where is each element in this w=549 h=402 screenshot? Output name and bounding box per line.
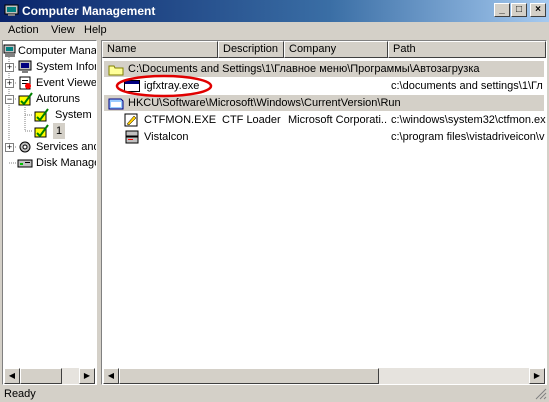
disk-management-icon (17, 159, 33, 168)
cell-description: CTF Loader (222, 114, 281, 126)
menu-bar: Action View Help (0, 22, 549, 40)
scroll-right-button[interactable]: ▶ (79, 368, 95, 384)
computer-management-icon (4, 4, 19, 16)
column-header-description[interactable]: Description (218, 41, 284, 58)
maximize-button[interactable]: □ (511, 3, 527, 17)
autoruns-icon (18, 92, 33, 106)
menu-help[interactable]: Help (84, 24, 107, 36)
cell-path: c:\program files\vistadriveicon\v (391, 131, 545, 143)
cell-name: CTFMON.EXE (144, 114, 217, 126)
tree-item-label: Services and (36, 141, 97, 153)
cell-company: Microsoft Corporati... (288, 114, 388, 126)
tree-pane[interactable]: Computer Manag + System Infor + Event Vi… (2, 40, 97, 385)
event-viewer-icon (19, 76, 31, 90)
status-text: Ready (4, 388, 36, 400)
table-row[interactable]: CTFMON.EXE CTF Loader Microsoft Corporat… (102, 112, 546, 128)
tree-item-disk-management[interactable]: Disk Manage (3, 155, 97, 171)
menu-action[interactable]: Action (8, 24, 39, 36)
expand-toggle[interactable]: + (5, 63, 14, 72)
title-bar[interactable]: Computer Management _ □ × (0, 0, 549, 22)
scroll-thumb[interactable] (119, 368, 379, 384)
scroll-right-button[interactable]: ▶ (529, 368, 545, 384)
autoruns-check-icon (34, 124, 49, 138)
column-header-path[interactable]: Path (388, 41, 546, 58)
tree-item-label: Autoruns (36, 93, 81, 105)
close-button[interactable]: × (530, 3, 546, 17)
resize-grip-icon[interactable] (535, 388, 547, 400)
tree-item-label: Disk Manage (36, 157, 97, 169)
scroll-left-button[interactable]: ◀ (103, 368, 119, 384)
tree-item-label: System Infor (36, 61, 97, 73)
cell-path: c:\windows\system32\ctfmon.ex (391, 114, 546, 126)
column-header-name[interactable]: Name (102, 41, 218, 58)
minimize-button[interactable]: _ (494, 3, 510, 17)
list-pane[interactable]: Name Description Company Path C:\Documen… (101, 40, 547, 385)
expand-toggle[interactable]: + (5, 143, 14, 152)
tree-horizontal-scrollbar[interactable]: ◀ ▶ (4, 368, 95, 384)
tree-item-services-and-applications[interactable]: + Services and (3, 139, 97, 155)
autoruns-check-icon (34, 108, 49, 122)
services-icon (19, 141, 31, 153)
tree-item-label: 1 (53, 123, 66, 139)
list-horizontal-scrollbar[interactable]: ◀ ▶ (103, 368, 545, 384)
ctf-loader-icon (124, 113, 138, 127)
drive-icon (125, 130, 139, 144)
tree-item-label: System (55, 109, 92, 121)
tree-item-system-information[interactable]: + System Infor (3, 59, 97, 75)
system-information-icon (18, 60, 32, 73)
expand-toggle[interactable]: + (5, 79, 14, 88)
scroll-left-button[interactable]: ◀ (4, 368, 20, 384)
tree-item-system[interactable]: System (3, 107, 96, 123)
tree-item-label: Event Viewe (36, 77, 97, 89)
table-row[interactable]: Vistalcon c:\program files\vistadriveico… (102, 129, 546, 145)
tree-item-autoruns[interactable]: − Autoruns (3, 91, 96, 107)
tree-item-label: Computer Manag (18, 45, 97, 57)
scroll-thumb[interactable] (20, 368, 62, 384)
status-bar: Ready (0, 386, 549, 402)
cell-name: Vistalcon (144, 131, 189, 143)
tree-item-user-1[interactable]: 1 (3, 123, 96, 139)
window-title: Computer Management (22, 4, 156, 18)
tree-item-event-viewer[interactable]: + Event Viewe (3, 75, 97, 91)
collapse-toggle[interactable]: − (5, 95, 14, 104)
computer-management-icon (3, 44, 16, 57)
column-header-company[interactable]: Company (284, 41, 388, 58)
menu-view[interactable]: View (51, 24, 75, 36)
highlight-circle (115, 74, 213, 98)
cell-path: c:\documents and settings\1\Гл (391, 80, 543, 92)
